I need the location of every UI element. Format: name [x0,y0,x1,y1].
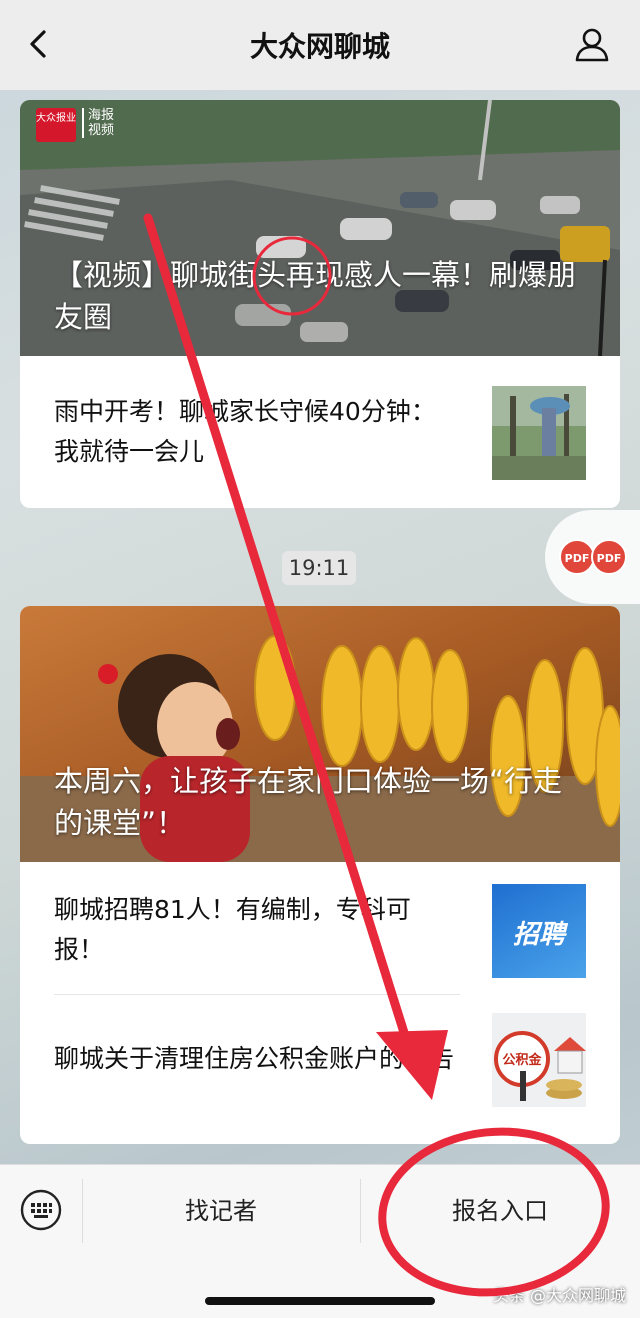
thumbnail-image [492,386,586,480]
hero-caption: 本周六，让孩子在家门口体验一场“行走的课堂”！ [54,764,563,840]
keyboard-icon[interactable] [20,1189,62,1231]
top-nav-bar: 大众网聊城 [0,0,640,90]
source-watermark: 头条 @大众网聊城 [492,1286,626,1305]
message-timestamp: 19:11 [282,551,356,585]
floating-pdf-button[interactable]: PDF PDF [545,510,640,604]
recruitment-label: 招聘 [512,920,565,950]
list-item[interactable]: 聊城关于清理住房公积金账户的公告 公积金 [20,995,620,1123]
video-tag: 海报视频 [82,108,116,138]
list-item-title: 聊城招聘81人！有编制，专科可报！ [54,895,411,964]
housing-fund-label: 公积金 [502,1053,542,1068]
back-arrow-icon[interactable] [22,26,58,62]
hero-article-1[interactable]: 大众报业 海报视频 【视频】聊城街头再现感人一幕！刷爆朋友圈 [20,100,620,356]
newspaper-logo: 大众报业 [36,108,76,142]
pdf-icon: PDF [559,539,595,575]
list-item[interactable]: 雨中开考！聊城家长守候40分钟：我就待一会儿 [20,368,620,496]
news-card-1: 大众报业 海报视频 【视频】聊城街头再现感人一幕！刷爆朋友圈 雨中开考！聊城家长… [20,100,620,508]
thumbnail-image: 公积金 [492,1013,586,1107]
profile-icon[interactable] [572,24,612,64]
home-indicator [205,1297,435,1305]
find-reporter-menu[interactable]: 找记者 [82,1191,360,1231]
thumbnail-image: 招聘 [492,884,586,978]
pdf-icon: PDF [591,539,627,575]
umbrella-person-photo [492,386,586,480]
news-card-2: 本周六，让孩子在家门口体验一场“行走的课堂”！ 聊城招聘81人！有编制，专科可报… [20,606,620,1144]
hero-caption: 【视频】聊城街头再现感人一幕！刷爆朋友圈 [54,258,577,334]
hero-article-2[interactable]: 本周六，让孩子在家门口体验一场“行走的课堂”！ [20,606,620,862]
page-title: 大众网聊城 [249,30,390,63]
list-item-title: 雨中开考！聊城家长守候40分钟：我就待一会儿 [54,397,436,466]
registration-entry-menu[interactable]: 报名入口 [360,1191,640,1231]
list-item-title: 聊城关于清理住房公积金账户的公告 [54,1044,455,1073]
list-item[interactable]: 聊城招聘81人！有编制，专科可报！ 招聘 [20,866,620,994]
